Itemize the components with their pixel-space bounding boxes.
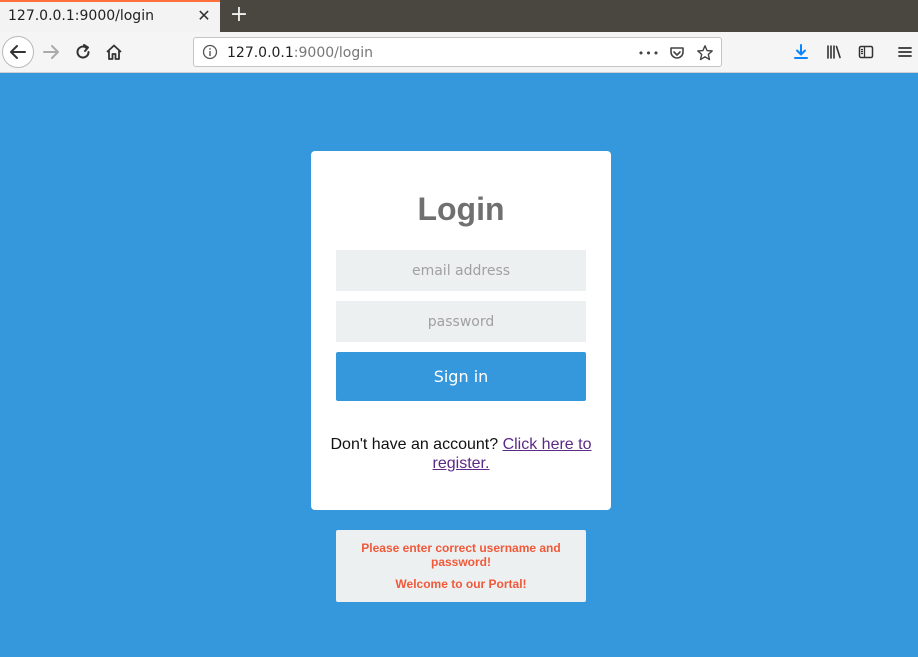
- register-prompt: Don't have an account? Click here to reg…: [321, 435, 601, 473]
- back-button[interactable]: [2, 36, 34, 68]
- tab-login[interactable]: 127.0.0.1:9000/login ✕: [0, 0, 220, 32]
- bookmark-star-icon[interactable]: [695, 43, 715, 63]
- library-icon: [827, 45, 841, 59]
- email-input[interactable]: [336, 250, 586, 291]
- new-tab-button[interactable]: +: [228, 2, 250, 28]
- download-icon: [794, 44, 808, 59]
- forward-button[interactable]: [36, 37, 66, 67]
- reload-icon: [76, 44, 90, 59]
- downloads-button[interactable]: [786, 37, 816, 67]
- tab-strip: 127.0.0.1:9000/login ✕ +: [0, 0, 918, 32]
- sign-in-button[interactable]: Sign in: [336, 352, 586, 401]
- hamburger-menu-icon: [898, 47, 912, 57]
- menu-button[interactable]: [890, 37, 918, 67]
- info-icon[interactable]: [202, 44, 218, 60]
- url-bar[interactable]: 127.0.0.1:9000/login •••: [193, 37, 722, 67]
- home-button[interactable]: [99, 37, 129, 67]
- arrow-left-icon: [10, 45, 26, 59]
- url-path: :9000/login: [293, 45, 373, 61]
- message-box: Please enter correct username and passwo…: [336, 530, 586, 602]
- arrow-right-icon: [43, 45, 59, 59]
- error-message: Please enter correct username and passwo…: [361, 541, 561, 569]
- login-card: Login Sign in Don't have an account? Cli…: [311, 151, 611, 510]
- password-input[interactable]: [336, 301, 586, 342]
- tab-close-icon[interactable]: ✕: [194, 6, 214, 26]
- page-actions-icon[interactable]: •••: [638, 43, 659, 63]
- welcome-message: Welcome to our Portal!: [395, 577, 527, 591]
- register-prompt-text: Don't have an account?: [330, 436, 503, 453]
- pocket-icon[interactable]: [667, 43, 687, 63]
- library-button[interactable]: [819, 37, 849, 67]
- sidebar-button[interactable]: [851, 37, 881, 67]
- reload-button[interactable]: [68, 37, 98, 67]
- sidebar-icon: [858, 45, 874, 59]
- url-actions: •••: [638, 42, 715, 64]
- login-title: Login: [417, 191, 505, 227]
- home-icon: [106, 44, 122, 60]
- url-host: 127.0.0.1: [227, 45, 294, 61]
- tab-title: 127.0.0.1:9000/login: [8, 8, 154, 24]
- nav-bar: 127.0.0.1:9000/login •••: [0, 32, 918, 73]
- url-text[interactable]: 127.0.0.1:9000/login: [227, 45, 373, 61]
